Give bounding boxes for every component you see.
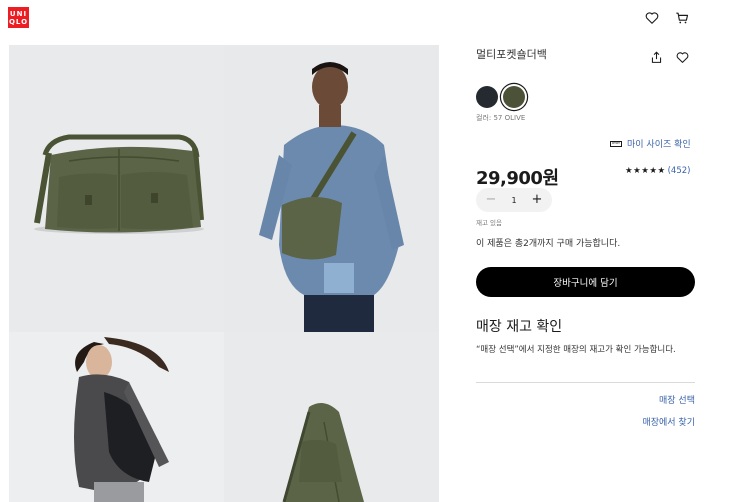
quantity-stepper: − 1 + bbox=[476, 188, 552, 212]
product-price: 29,900원 bbox=[476, 168, 559, 189]
store-stock-title: 매장 재고 확인 bbox=[476, 319, 563, 335]
divider bbox=[476, 382, 695, 383]
uniqlo-logo[interactable]: UNI QLO bbox=[8, 7, 29, 28]
product-image-gallery bbox=[9, 45, 439, 502]
find-in-store-link[interactable]: 매장에서 찾기 bbox=[642, 415, 695, 428]
add-to-cart-button[interactable]: 장바구니에 담기 bbox=[476, 267, 695, 297]
logo-line-2: QLO bbox=[8, 17, 29, 26]
select-store-link[interactable]: 매장 선택 bbox=[659, 393, 695, 406]
rating-stars: ★★★★★ bbox=[625, 166, 666, 176]
rating[interactable]: ★★★★★ (452) bbox=[625, 166, 690, 176]
color-swatch-olive[interactable] bbox=[503, 86, 525, 108]
my-size-label: 마이 사이즈 확인 bbox=[627, 140, 691, 150]
cart-icon[interactable] bbox=[675, 11, 689, 25]
share-icon[interactable] bbox=[650, 51, 663, 64]
product-image-bag-side[interactable] bbox=[224, 332, 439, 502]
store-stock-description: “매장 선택”에서 지정한 매장의 재고가 확인 가능합니다. bbox=[476, 345, 676, 355]
review-count[interactable]: (452) bbox=[668, 166, 691, 176]
product-image-bag[interactable] bbox=[9, 45, 224, 332]
quantity-decrease-button[interactable]: − bbox=[484, 193, 498, 207]
logo-line-1: UNI bbox=[9, 9, 28, 18]
my-size-link[interactable]: 마이 사이즈 확인 bbox=[610, 137, 691, 150]
ruler-icon bbox=[610, 140, 622, 147]
product-name: 멀티포켓숄더백 bbox=[476, 48, 547, 61]
quantity-increase-button[interactable]: + bbox=[530, 193, 544, 207]
wishlist-heart-icon[interactable] bbox=[645, 11, 659, 25]
color-swatch-navy[interactable] bbox=[476, 86, 498, 108]
stock-status: 재고 있음 bbox=[476, 219, 502, 227]
product-image-model-male[interactable] bbox=[224, 45, 439, 332]
product-image-model-female[interactable] bbox=[9, 332, 224, 502]
selected-color-label: 컬러: 57 OLIVE bbox=[476, 114, 526, 122]
purchase-limit-notice: 이 제품은 총2개까지 구매 가능합니다. bbox=[476, 239, 621, 249]
product-wishlist-icon[interactable] bbox=[676, 51, 689, 64]
quantity-value: 1 bbox=[511, 195, 517, 205]
